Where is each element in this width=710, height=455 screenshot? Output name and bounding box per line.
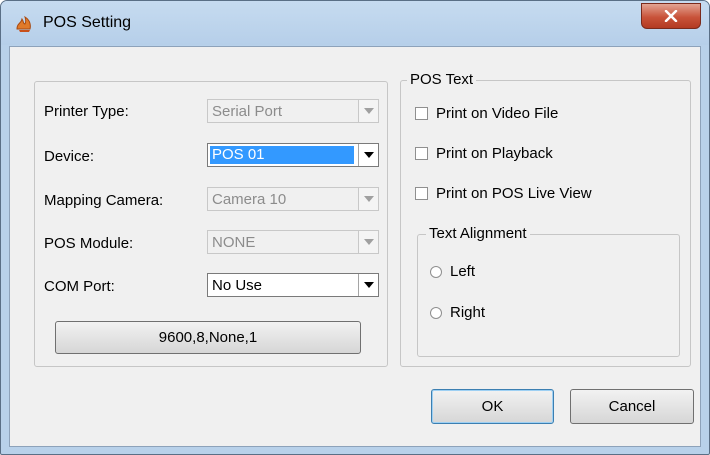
dialog-body: Printer Type: Serial Port Device: POS 01… [9,46,701,447]
title-bar[interactable]: POS Setting [1,1,709,45]
print-on-video-file-checkbox[interactable] [415,107,428,120]
chevron-down-icon [363,282,374,288]
align-left-option[interactable]: Left [430,263,475,280]
chevron-down-icon [363,108,374,114]
print-on-playback-label: Print on Playback [436,145,553,162]
print-on-pos-live-view-option[interactable]: Print on POS Live View [415,185,592,202]
pos-setting-window: POS Setting Printer Type: Serial Port De… [0,0,710,455]
close-icon [664,10,678,22]
mapping-camera-label: Mapping Camera: [44,192,164,209]
printer-type-select[interactable]: Serial Port [207,99,379,123]
device-settings-group: Printer Type: Serial Port Device: POS 01… [34,81,388,367]
printer-type-label: Printer Type: [44,103,129,120]
serial-settings-button[interactable]: 9600,8,None,1 [55,321,361,354]
print-on-playback-option[interactable]: Print on Playback [415,145,553,162]
print-on-video-file-label: Print on Video File [436,105,559,122]
device-label: Device: [44,148,95,165]
close-button[interactable] [641,3,701,29]
com-port-select[interactable]: No Use [207,273,379,297]
window-title: POS Setting [43,14,132,31]
chevron-down-icon [363,196,374,202]
align-right-radio[interactable] [430,306,442,319]
ok-button[interactable]: OK [431,389,554,424]
align-right-label: Right [450,304,486,321]
print-on-pos-live-view-checkbox[interactable] [415,187,428,200]
mapping-camera-select[interactable]: Camera 10 [207,187,379,211]
pos-module-select[interactable]: NONE [207,230,379,254]
com-port-label: COM Port: [44,278,115,295]
device-select[interactable]: POS 01 [207,143,379,167]
print-on-pos-live-view-label: Print on POS Live View [436,185,592,202]
pos-text-group: POS Text Print on Video File Print on Pl… [400,71,691,367]
chevron-down-icon [363,239,374,245]
pos-text-legend: POS Text [407,71,477,88]
cancel-button[interactable]: Cancel [570,389,694,424]
align-left-label: Left [450,263,476,280]
text-alignment-legend: Text Alignment [426,225,530,242]
chevron-down-icon [363,152,374,158]
align-right-option[interactable]: Right [430,304,485,321]
pos-module-label: POS Module: [44,235,134,252]
app-flame-icon [16,15,31,32]
text-alignment-group: Text Alignment Left Right [417,225,680,357]
print-on-playback-checkbox[interactable] [415,147,428,160]
align-left-radio[interactable] [430,265,442,278]
print-on-video-file-option[interactable]: Print on Video File [415,105,558,122]
